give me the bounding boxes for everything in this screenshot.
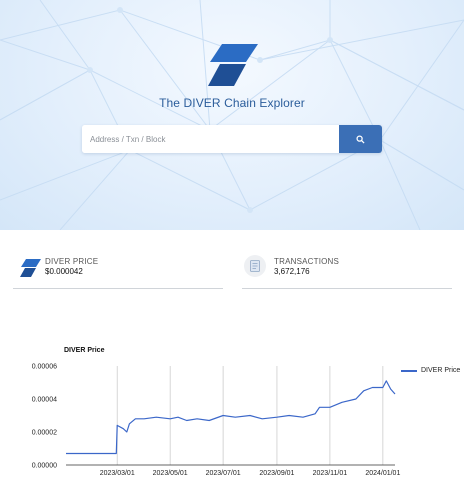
transactions-stat: TRANSACTIONS 3,672,176 — [242, 253, 452, 289]
x-tick-label: 2023/11/01 — [313, 470, 348, 477]
price-chart-canvas: 0.00000 0.00002 0.00004 0.00006 2023/03/01 20… — [32, 364, 401, 478]
y-tick-label: 0.00004 — [32, 397, 57, 404]
y-tick-label: 0.00006 — [32, 364, 57, 371]
network-background — [0, 0, 464, 230]
hero-banner: The DIVER Chain Explorer — [0, 0, 464, 230]
diver-logo-icon — [208, 44, 258, 86]
legend-swatch — [401, 370, 417, 372]
price-stat: DIVER PRICE $0.000042 — [13, 253, 223, 289]
document-icon — [244, 255, 266, 277]
transactions-value: 3,672,176 — [274, 267, 310, 276]
diver-logo-icon — [20, 259, 41, 277]
x-tick-label: 2024/01/01 — [365, 470, 400, 477]
x-tick-label: 2023/05/01 — [153, 470, 188, 477]
search-icon — [356, 134, 365, 144]
x-tick-label: 2023/09/01 — [259, 470, 294, 477]
transactions-label: TRANSACTIONS — [274, 257, 340, 266]
legend-label: DIVER Price — [421, 367, 461, 374]
price-value: $0.000042 — [45, 267, 83, 276]
y-tick-label: 0.00000 — [32, 463, 57, 470]
search-button[interactable] — [339, 125, 382, 153]
chart-title: DIVER Price — [64, 347, 105, 354]
page-title: The DIVER Chain Explorer — [159, 96, 305, 110]
y-tick-label: 0.00002 — [32, 430, 57, 437]
series-line-diver-price — [66, 380, 396, 455]
search-input[interactable] — [82, 125, 338, 153]
price-chart: 0.00000 0.00002 0.00004 0.00006 2023/03/01 20… — [0, 340, 464, 479]
x-tick-label: 2023/07/01 — [206, 470, 241, 477]
price-label: DIVER PRICE — [45, 257, 99, 266]
search-bar — [82, 125, 382, 153]
x-tick-label: 2023/03/01 — [100, 470, 135, 477]
